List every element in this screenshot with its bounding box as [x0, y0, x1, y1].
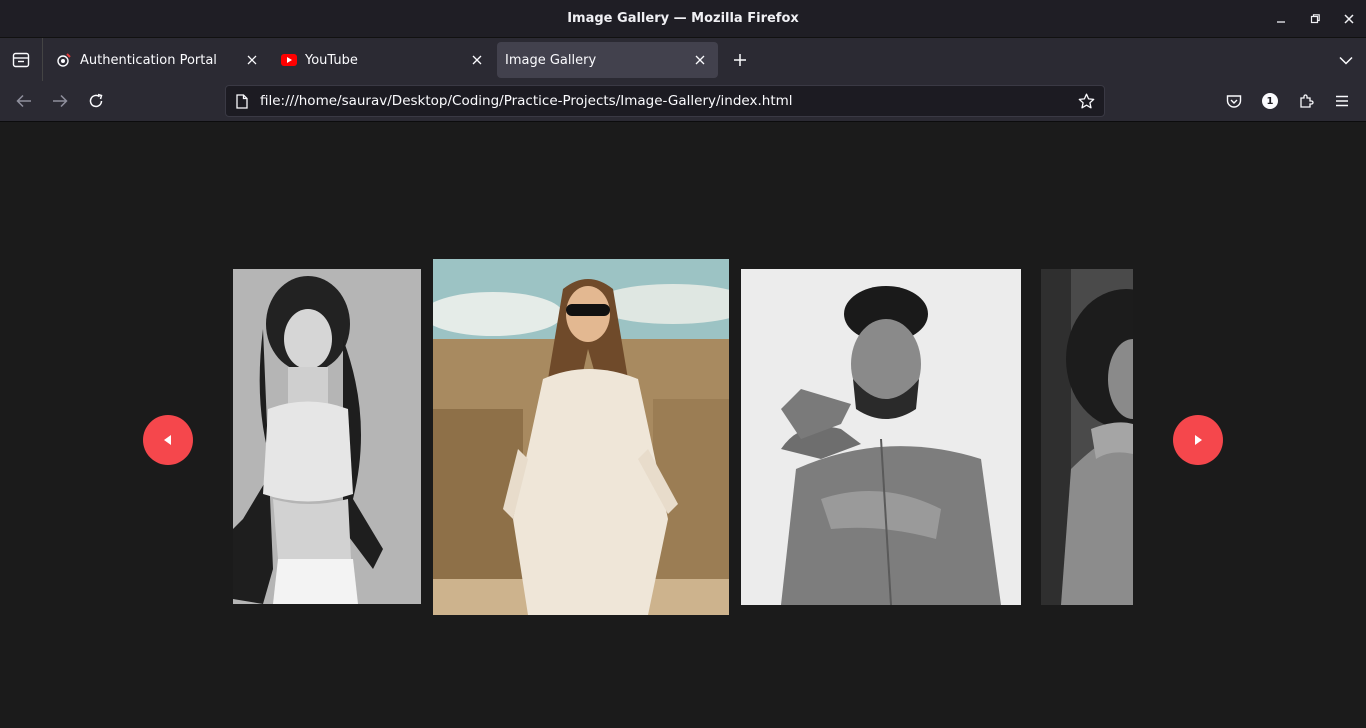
maximize-button[interactable] [1298, 0, 1332, 37]
reload-button[interactable] [82, 87, 110, 115]
new-tab-button[interactable] [726, 46, 754, 74]
window-title: Image Gallery — Mozilla Firefox [567, 11, 799, 26]
extension-badge-button[interactable]: 1 [1256, 87, 1284, 115]
pocket-icon [1226, 94, 1242, 108]
plus-icon [734, 54, 746, 66]
close-tab-icon[interactable] [688, 48, 712, 72]
extensions-button[interactable] [1292, 87, 1320, 115]
tab-label: Authentication Portal [80, 52, 217, 68]
tab-label: YouTube [305, 52, 358, 68]
app-menu-button[interactable] [1328, 87, 1356, 115]
tab-image-gallery[interactable]: Image Gallery [497, 42, 718, 78]
navigation-toolbar: file:///home/saurav/Desktop/Coding/Pract… [0, 81, 1366, 122]
minimize-button[interactable] [1264, 0, 1298, 37]
gallery-image[interactable] [1041, 269, 1133, 605]
notification-badge: 1 [1262, 93, 1278, 109]
auth-portal-favicon [56, 52, 72, 68]
reload-icon [89, 93, 103, 108]
page-icon [234, 93, 250, 109]
gallery-image[interactable] [741, 269, 1021, 605]
page-content [0, 122, 1366, 728]
gallery-image[interactable] [233, 269, 421, 604]
portrait-woman-sunglasses-image [433, 259, 729, 615]
tab-label: Image Gallery [505, 52, 597, 68]
portrait-partial-image [1041, 269, 1133, 605]
minimize-icon [1277, 20, 1285, 23]
tab-authentication-portal[interactable]: Authentication Portal [46, 42, 270, 78]
next-image-button[interactable] [1173, 415, 1223, 465]
forward-arrow-icon [53, 94, 68, 108]
youtube-favicon [281, 52, 297, 68]
firefox-view-button[interactable] [0, 38, 43, 82]
pocket-button[interactable] [1220, 87, 1248, 115]
close-tab-icon[interactable] [465, 48, 489, 72]
back-arrow-icon [16, 94, 31, 108]
tab-youtube[interactable]: YouTube [271, 42, 495, 78]
gallery-image[interactable] [433, 259, 729, 615]
url-bar[interactable]: file:///home/saurav/Desktop/Coding/Pract… [225, 85, 1105, 117]
restore-icon [1310, 13, 1320, 23]
url-text[interactable]: file:///home/saurav/Desktop/Coding/Pract… [260, 93, 1074, 109]
previous-image-button[interactable] [143, 415, 193, 465]
close-icon [1344, 13, 1354, 24]
chevron-down-icon [1339, 56, 1353, 65]
caret-left-icon [164, 435, 171, 445]
window-controls [1264, 0, 1366, 37]
puzzle-icon [1300, 94, 1314, 108]
bookmark-star-button[interactable] [1074, 89, 1098, 113]
close-window-button[interactable] [1332, 0, 1366, 37]
list-all-tabs-button[interactable] [1332, 46, 1360, 74]
caret-right-icon [1195, 435, 1202, 445]
close-tab-icon[interactable] [240, 48, 264, 72]
window-titlebar: Image Gallery — Mozilla Firefox [0, 0, 1366, 37]
portrait-woman-curly-hair-image [233, 269, 421, 604]
forward-button[interactable] [46, 87, 74, 115]
tab-strip: Authentication Portal YouTube Image Gall… [0, 37, 1366, 82]
portrait-bearded-man-image [741, 269, 1021, 605]
star-icon [1078, 93, 1094, 108]
back-button[interactable] [10, 87, 38, 115]
hamburger-menu-icon [1336, 95, 1348, 107]
firefox-view-icon [12, 52, 30, 68]
